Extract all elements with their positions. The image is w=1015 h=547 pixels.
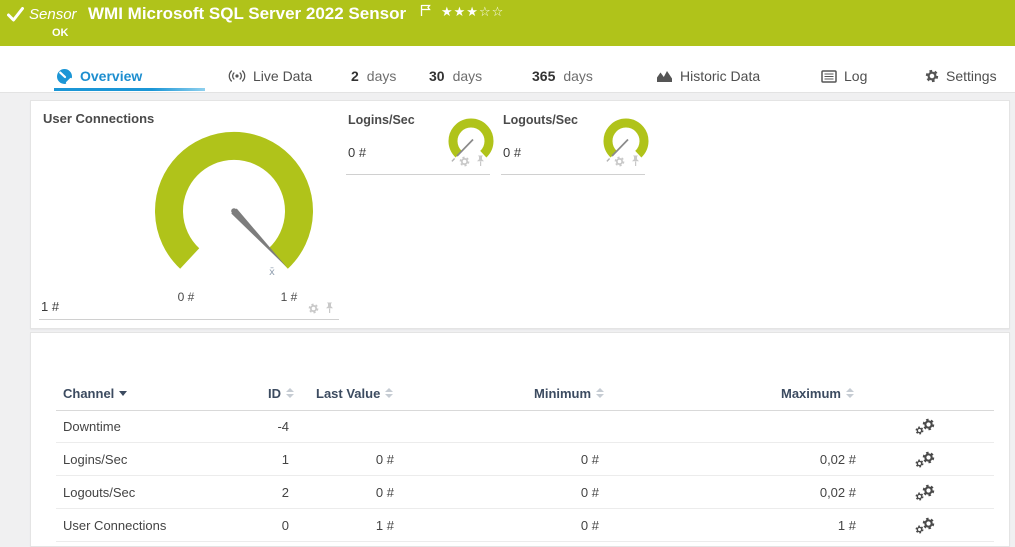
tab-label: Historic Data: [680, 68, 760, 84]
channel-name[interactable]: Logins/Sec: [63, 443, 223, 476]
table-row[interactable]: Logouts/Sec 2 0 # 0 # 0,02 #: [31, 476, 1009, 509]
widget-divider: [346, 174, 490, 175]
logins-gauge-title: Logins/Sec: [348, 113, 415, 127]
gauge-needle: [612, 140, 628, 157]
channel-id: 1: [211, 443, 289, 476]
tab-live-data[interactable]: Live Data: [228, 66, 312, 86]
flag-icon[interactable]: [420, 4, 431, 17]
sort-toggle-icon: [846, 388, 854, 398]
area-chart-icon: [656, 69, 673, 83]
channel-settings-icon[interactable]: [915, 517, 935, 535]
tab-365-days[interactable]: 365days: [532, 66, 593, 86]
sensor-status-header: Sensor WMI Microsoft SQL Server 2022 Sen…: [0, 0, 1015, 46]
channel-name[interactable]: Downtime: [63, 410, 223, 443]
tab-bar: Overview Live Data 2days 30days 365days …: [0, 46, 1015, 93]
tab-historic-data[interactable]: Historic Data: [656, 66, 760, 86]
sort-toggle-icon: [286, 388, 294, 398]
channel-maximum: 1 #: [721, 509, 856, 542]
gauge-average-marker: x̄: [269, 267, 275, 278]
channel-id: -4: [211, 410, 289, 443]
channel-minimum: 0 #: [471, 443, 599, 476]
channel-last-value: 0 #: [291, 443, 394, 476]
channel-last-value: [291, 410, 394, 443]
channel-maximum: 0,02 #: [721, 443, 856, 476]
tab-label: Overview: [80, 68, 142, 84]
table-row[interactable]: Logins/Sec 1 0 # 0 # 0,02 #: [31, 443, 1009, 476]
sensor-status-badge: OK: [52, 27, 69, 39]
channel-name[interactable]: User Connections: [63, 509, 223, 542]
gauge-icon: [56, 68, 73, 85]
widget-gear-icon[interactable]: [308, 303, 319, 314]
gauge-needle: [457, 140, 473, 157]
channel-minimum: [471, 410, 599, 443]
tab-label: Live Data: [253, 68, 312, 84]
channel-settings-icon[interactable]: [915, 451, 935, 469]
sensor-title: WMI Microsoft SQL Server 2022 Sensor: [88, 4, 406, 24]
tab-settings[interactable]: Settings: [925, 66, 997, 86]
channel-minimum: 0 #: [471, 509, 599, 542]
channel-maximum: [721, 410, 856, 443]
stars-filled: ★★★: [441, 5, 479, 20]
channel-id: 2: [211, 476, 289, 509]
tab-log[interactable]: Log: [821, 66, 867, 86]
column-header-maximum[interactable]: Maximum: [781, 385, 854, 401]
gauge-scale-max: 1 #: [269, 290, 309, 304]
live-icon: [228, 69, 246, 83]
logouts-gauge-value: 0 #: [503, 145, 521, 160]
widget-gear-icon[interactable]: [459, 156, 470, 167]
widget-divider: [39, 319, 339, 320]
overview-gauges-panel: User Connections 0 # 1 # x̄ 1 # Logins/S…: [30, 100, 1010, 329]
logouts-gauge-title: Logouts/Sec: [503, 113, 578, 127]
column-header-last-value[interactable]: Last Value: [316, 385, 393, 401]
logins-gauge-value: 0 #: [348, 145, 366, 160]
table-row[interactable]: User Connections 0 1 # 0 # 1 #: [31, 509, 1009, 542]
gear-icon: [925, 69, 939, 83]
table-row[interactable]: Downtime -4: [31, 410, 1009, 443]
priority-stars[interactable]: ★★★☆☆: [441, 5, 504, 20]
channel-minimum: 0 #: [471, 476, 599, 509]
primary-gauge-title: User Connections: [43, 111, 154, 126]
widget-gear-icon[interactable]: [614, 156, 625, 167]
row-divider: [56, 541, 994, 542]
column-header-id[interactable]: ID: [236, 385, 294, 401]
channel-last-value: 0 #: [291, 476, 394, 509]
user-connections-gauge: [149, 126, 319, 296]
widget-pin-icon[interactable]: [475, 155, 486, 167]
log-icon: [821, 70, 837, 83]
status-ok-check-icon: [7, 7, 24, 22]
primary-gauge-value: 1 #: [41, 299, 59, 314]
tab-30-days[interactable]: 30days: [429, 66, 482, 86]
column-header-channel[interactable]: Channel: [63, 385, 127, 401]
widget-pin-icon[interactable]: [630, 155, 641, 167]
column-header-minimum[interactable]: Minimum: [534, 385, 604, 401]
channels-table-panel: Channel ID Last Value Minimum Maximum Do…: [30, 332, 1010, 547]
channel-settings-icon[interactable]: [915, 484, 935, 502]
gauge-scale-min: 0 #: [166, 290, 206, 304]
channel-maximum: 0,02 #: [721, 476, 856, 509]
object-kind-label: Sensor: [29, 6, 77, 23]
channel-last-value: 1 #: [291, 509, 394, 542]
widget-pin-icon[interactable]: [324, 302, 335, 314]
widget-divider: [501, 174, 645, 175]
channel-name[interactable]: Logouts/Sec: [63, 476, 223, 509]
stars-empty: ☆☆: [479, 5, 504, 20]
sort-toggle-icon: [385, 388, 393, 398]
channel-settings-icon[interactable]: [915, 418, 935, 436]
prtg-sensor-page: { "header": { "kind_label": "Sensor", "t…: [0, 0, 1015, 547]
tab-2-days[interactable]: 2days: [351, 66, 396, 86]
tab-label: Settings: [946, 68, 997, 84]
sort-desc-icon: [119, 391, 127, 396]
sort-toggle-icon: [596, 388, 604, 398]
tab-overview[interactable]: Overview: [56, 66, 142, 86]
tab-label: Log: [844, 68, 867, 84]
channel-id: 0: [211, 509, 289, 542]
active-tab-underline: [54, 88, 205, 91]
